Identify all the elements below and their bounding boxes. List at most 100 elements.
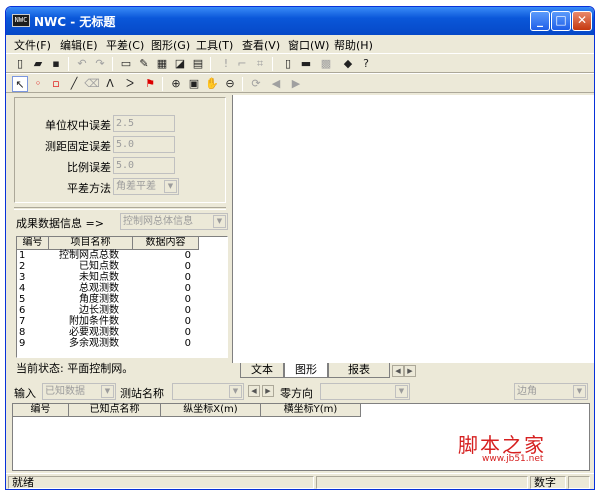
unit-weight-label: 单位权中误差 [45,119,111,132]
table-row[interactable]: 8 必要观测数 0 [17,328,227,338]
expand-icon[interactable]: ⌗ [252,56,268,72]
zoom-extent-icon[interactable]: ▣ [186,76,202,92]
table-row[interactable]: 6 边长测数 0 [17,306,227,316]
table-row[interactable]: 1 控制网点总数 0 [17,251,227,261]
ratio-error-field[interactable]: 5.0 [113,157,175,174]
zoom-out-icon[interactable]: ⊖ [222,76,238,92]
table-icon[interactable]: ▦ [154,56,170,72]
scroll-left-icon[interactable]: ◀ [392,365,404,377]
chevron-down-icon[interactable]: ▼ [573,385,586,398]
erase-icon[interactable]: ⌫ [84,76,100,92]
station-name-select[interactable]: ▼ [172,383,244,400]
next-station-icon[interactable]: ▶ [262,385,274,397]
menu-help[interactable]: 帮助(H) [334,37,373,53]
open-folder-icon[interactable]: ▰ [30,56,46,72]
bar-icon[interactable]: ▬ [298,56,314,72]
row-value: 0 [184,338,191,349]
menu-view[interactable]: 查看(V) [242,37,280,53]
result-info-select[interactable]: 控制网总体信息 ▼ [120,213,228,230]
menu-tools[interactable]: 工具(T) [196,37,233,53]
title-bar[interactable]: NWC NWC - 无标题 _ □ ✕ [6,7,594,35]
zoom-in-icon[interactable]: ⊕ [168,76,184,92]
menu-edit[interactable]: 编辑(E) [60,37,98,53]
warning-icon[interactable]: ! [218,56,234,72]
save-icon[interactable]: ▪ [48,56,64,72]
chevron-down-icon[interactable]: ▼ [395,385,408,398]
unit-weight-field[interactable]: 2.5 [113,115,175,132]
fold-icon[interactable]: ⌐ [234,56,250,72]
previous-station-icon[interactable]: ◀ [248,385,260,397]
status-ready: 就绪 [8,476,314,489]
chevron-down-icon[interactable]: ▼ [229,385,242,398]
table-row[interactable]: 3 未知点数 0 [17,273,227,283]
input-type-select[interactable]: 已知数据 ▼ [42,383,116,400]
pan-hand-icon[interactable]: ✋ [204,76,220,92]
maximize-button[interactable]: □ [551,11,571,31]
menu-file[interactable]: 文件(F) [14,37,51,53]
row-value: 0 [184,316,191,327]
table-row[interactable]: 4 总观测数 0 [17,284,227,294]
menu-window[interactable]: 窗口(W) [288,37,329,53]
tab-report[interactable]: 报表 [328,363,390,378]
row-name: 必要观测数 [69,327,119,338]
pointer-icon[interactable]: ↖ [12,76,28,92]
row-value: 0 [184,305,191,316]
grid-icon[interactable]: ▩ [318,56,334,72]
column-header-id[interactable]: 编号 [17,237,49,250]
column-header-y[interactable]: 横坐标Y(m) [261,404,361,417]
edge-angle-select[interactable]: 边角 ▼ [514,383,588,400]
chevron-down-icon[interactable]: ▼ [101,385,114,398]
table-row[interactable]: 7 附加条件数 0 [17,317,227,327]
point-icon[interactable]: ◦ [30,76,46,92]
column-header-value[interactable]: 数据内容 [133,237,199,250]
print-preview-icon[interactable]: ◪ [172,56,188,72]
table-row[interactable]: 9 多余观测数 0 [17,339,227,349]
distance-icon[interactable]: ᐳ [122,76,138,92]
print-icon[interactable]: ▤ [190,56,206,72]
table-row[interactable]: 2 已知点数 0 [17,262,227,272]
help-icon[interactable]: ? [358,56,374,72]
redo-icon[interactable]: ↷ [92,56,108,72]
fixed-error-field[interactable]: 5.0 [113,136,175,153]
row-value: 0 [184,283,191,294]
view-tabs: 文本 图形 报表 ◀ ▶ [232,363,594,378]
new-file-icon[interactable]: ▯ [12,56,28,72]
tab-text[interactable]: 文本 [240,363,284,378]
next-icon[interactable]: ▶ [288,76,304,92]
undo-icon[interactable]: ↶ [74,56,90,72]
refresh-icon[interactable]: ⟳ [248,76,264,92]
scroll-right-icon[interactable]: ▶ [404,365,416,377]
chevron-down-icon[interactable]: ▼ [164,180,177,193]
graphics-canvas[interactable] [232,95,594,363]
document-icon[interactable]: ▭ [118,56,134,72]
row-value: 0 [184,272,191,283]
method-select[interactable]: 角差平差 ▼ [113,178,179,195]
chevron-down-icon[interactable]: ▼ [213,215,226,228]
flag-icon[interactable]: ⚑ [142,76,158,92]
row-id: 5 [19,294,26,305]
zero-direction-select[interactable]: ▼ [320,383,410,400]
angle-icon[interactable]: ᐱ [102,76,118,92]
book-icon[interactable]: ◆ [340,56,356,72]
rectangle-icon[interactable]: ▫ [48,76,64,92]
menu-bar: 文件(F) 编辑(E) 平差(C) 图形(G) 工具(T) 查看(V) 窗口(W… [6,35,594,53]
line-icon[interactable]: ╱ [66,76,82,92]
column-icon[interactable]: ▯ [280,56,296,72]
close-button[interactable]: ✕ [572,11,592,31]
watermark-url: www.jb51.net [482,454,544,464]
tab-graphics[interactable]: 图形 [284,363,328,378]
edit-document-icon[interactable]: ✎ [136,56,152,72]
toolbar-separator [112,57,113,71]
previous-icon[interactable]: ◀ [268,76,284,92]
adjust-params-group: 单位权中误差 2.5 测距固定误差 5.0 比例误差 5.0 平差方法 角差平差… [14,97,226,203]
column-header-name[interactable]: 项目名称 [49,237,133,250]
table-row[interactable]: 5 角度测数 0 [17,295,227,305]
column-header-id[interactable]: 编号 [13,404,69,417]
toolbar-separator [162,77,163,91]
column-header-x[interactable]: 纵坐标X(m) [161,404,261,417]
menu-adjust[interactable]: 平差(C) [106,37,144,53]
column-header-known-point[interactable]: 已知点名称 [69,404,161,417]
minimize-button[interactable]: _ [530,11,550,31]
row-id: 1 [19,250,26,261]
menu-graphics[interactable]: 图形(G) [151,37,190,53]
